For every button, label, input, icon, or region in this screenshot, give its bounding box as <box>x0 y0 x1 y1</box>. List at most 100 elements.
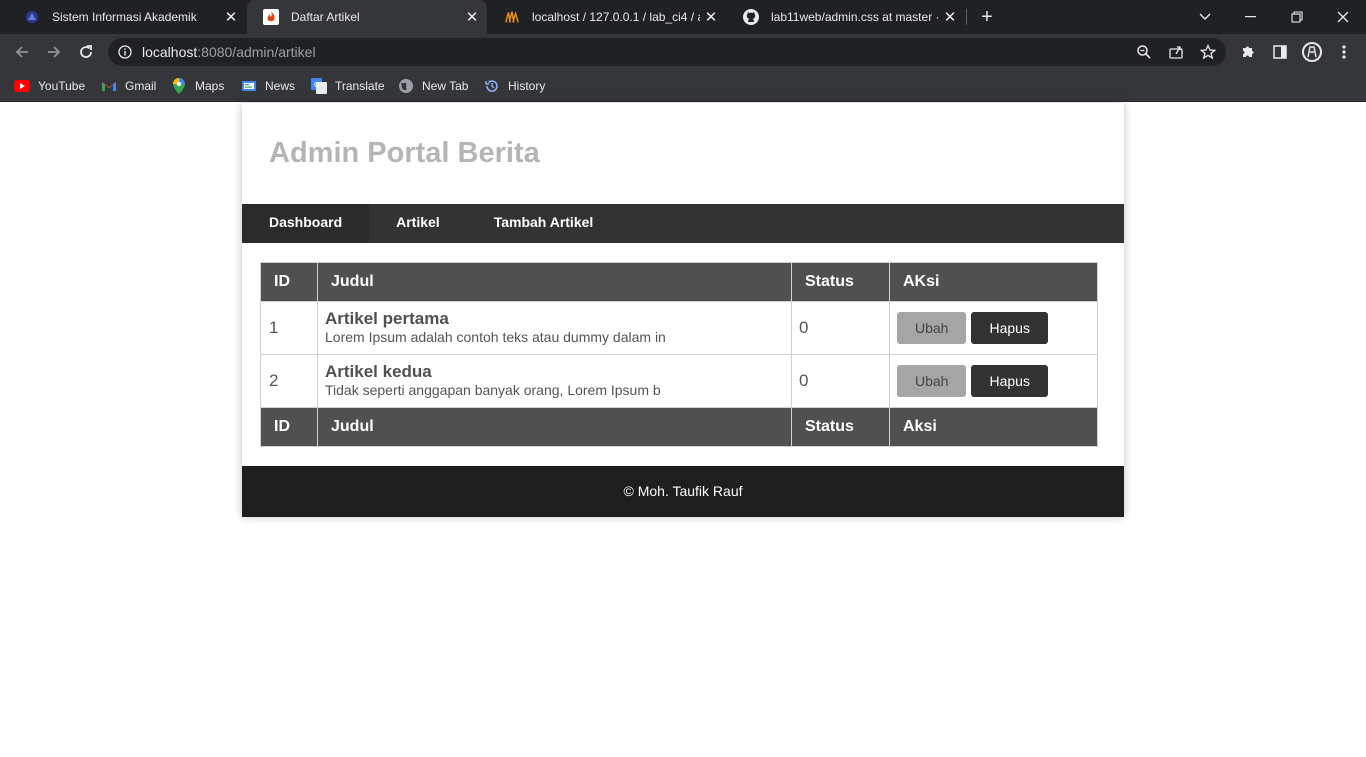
globe-icon <box>398 78 414 94</box>
articles-table: ID Judul Status AKsi 1 Artikel pertama L… <box>260 262 1098 447</box>
bookmark-new-tab[interactable]: New Tab <box>398 77 468 95</box>
browser-tab-active[interactable]: Daftar Artikel ✕ <box>247 0 487 34</box>
cell-aksi: Ubah Hapus <box>889 301 1098 355</box>
zoom-icon[interactable] <box>1134 42 1154 62</box>
col-header-id: ID <box>260 262 318 302</box>
cell-status: 0 <box>791 354 890 408</box>
cell-judul: Artikel pertama Lorem Ipsum adalah conto… <box>317 301 792 355</box>
tab-title: Daftar Artikel <box>291 10 360 24</box>
cell-aksi: Ubah Hapus <box>889 354 1098 408</box>
bookmark-news[interactable]: News <box>241 77 295 95</box>
minimize-icon[interactable] <box>1228 0 1274 34</box>
page-container: Admin Portal Berita Dashboard Artikel Ta… <box>242 103 1124 517</box>
browser-tab-strip: Sistem Informasi Akademik ✕ Daftar Artik… <box>0 0 1366 34</box>
cell-status: 0 <box>791 301 890 355</box>
bookmark-label: New Tab <box>422 79 469 93</box>
bookmark-label: Maps <box>195 79 225 93</box>
bookmark-star-icon[interactable] <box>1198 42 1218 62</box>
browser-tab[interactable]: Sistem Informasi Akademik ✕ <box>8 0 246 34</box>
browser-tab[interactable]: lab11web/admin.css at master · b ✕ <box>727 0 965 34</box>
url-host: localhost <box>142 44 198 60</box>
nav-tambah-artikel[interactable]: Tambah Artikel <box>467 204 621 243</box>
tab-search-icon[interactable] <box>1182 0 1228 34</box>
address-bar[interactable]: localhost:8080/admin/artikel <box>108 38 1226 66</box>
tab-separator <box>966 9 967 25</box>
col-header-judul: Judul <box>317 262 792 302</box>
svg-text:G: G <box>314 82 319 89</box>
close-tab-icon[interactable]: ✕ <box>220 8 242 26</box>
cell-id: 1 <box>260 301 318 355</box>
page-title: Admin Portal Berita <box>269 137 540 169</box>
university-logo-icon <box>24 9 40 25</box>
gmail-icon <box>101 78 117 94</box>
history-icon <box>484 78 500 94</box>
article-excerpt: Lorem Ipsum adalah contoh teks atau dumm… <box>325 329 666 345</box>
close-tab-icon[interactable]: ✕ <box>461 8 483 26</box>
profile-avatar-icon[interactable] <box>1300 40 1324 64</box>
browser-toolbar: localhost:8080/admin/artikel <box>0 34 1366 70</box>
close-window-icon[interactable] <box>1320 0 1366 34</box>
col-header-aksi: AKsi <box>889 262 1098 302</box>
tab-title: localhost / 127.0.0.1 / lab_ci4 / ar <box>532 10 700 24</box>
article-title: Artikel pertama <box>325 309 449 328</box>
github-icon <box>743 9 759 25</box>
delete-button[interactable]: Hapus <box>971 365 1048 397</box>
side-panel-icon[interactable] <box>1270 42 1290 62</box>
forward-icon[interactable] <box>40 38 68 66</box>
bookmark-label: News <box>265 79 296 93</box>
site-info-icon[interactable] <box>118 45 132 64</box>
delete-button[interactable]: Hapus <box>971 312 1048 344</box>
bookmark-label: YouTube <box>38 79 86 93</box>
bookmark-youtube[interactable]: YouTube <box>14 77 85 95</box>
new-tab-icon[interactable]: + <box>976 4 998 30</box>
bookmark-history[interactable]: History <box>484 77 545 95</box>
main-content: ID Judul Status AKsi 1 Artikel pertama L… <box>242 243 1124 466</box>
extensions-icon[interactable] <box>1238 42 1258 62</box>
col-footer-judul: Judul <box>317 407 792 447</box>
news-icon <box>241 78 257 94</box>
bookmarks-bar: YouTube Gmail Maps News G Translate New … <box>0 70 1366 102</box>
tab-title: lab11web/admin.css at master · b <box>771 10 939 24</box>
reload-icon[interactable] <box>72 38 100 66</box>
bookmark-label: History <box>508 79 546 93</box>
table-header-row: ID Judul Status AKsi <box>260 262 1098 302</box>
article-excerpt: Tidak seperti anggapan banyak orang, Lor… <box>325 382 661 398</box>
bookmark-maps[interactable]: Maps <box>171 77 224 95</box>
bookmark-gmail[interactable]: Gmail <box>101 77 156 95</box>
table-row: 2 Artikel kedua Tidak seperti anggapan b… <box>260 354 1098 408</box>
col-footer-id: ID <box>260 407 318 447</box>
bookmark-translate[interactable]: G Translate <box>311 77 385 95</box>
tab-title: Sistem Informasi Akademik <box>52 10 197 24</box>
table-footer-row: ID Judul Status Aksi <box>260 407 1098 447</box>
share-icon[interactable] <box>1166 42 1186 62</box>
bookmark-label: Gmail <box>125 79 157 93</box>
col-header-status: Status <box>791 262 890 302</box>
phpmyadmin-icon <box>504 9 520 25</box>
nav-dashboard[interactable]: Dashboard <box>242 204 370 243</box>
page-viewport: Admin Portal Berita Dashboard Artikel Ta… <box>0 103 1366 757</box>
codeigniter-flame-icon <box>263 9 279 25</box>
site-footer: © Moh. Taufik Rauf <box>242 466 1124 517</box>
table-row: 1 Artikel pertama Lorem Ipsum adalah con… <box>260 301 1098 355</box>
back-icon[interactable] <box>8 38 36 66</box>
nav-artikel[interactable]: Artikel <box>369 204 467 243</box>
article-title: Artikel kedua <box>325 362 432 381</box>
main-nav: Dashboard Artikel Tambah Artikel <box>242 204 1124 243</box>
edit-button[interactable]: Ubah <box>897 365 967 397</box>
close-tab-icon[interactable]: ✕ <box>700 8 722 26</box>
cell-id: 2 <box>260 354 318 408</box>
translate-icon: G <box>311 78 327 94</box>
browser-tab[interactable]: localhost / 127.0.0.1 / lab_ci4 / ar ✕ <box>488 0 726 34</box>
menu-kebab-icon[interactable] <box>1334 42 1354 62</box>
maps-icon <box>171 78 187 94</box>
restore-icon[interactable] <box>1274 0 1320 34</box>
site-header: Admin Portal Berita <box>242 103 1124 204</box>
close-tab-icon[interactable]: ✕ <box>939 8 961 26</box>
col-footer-status: Status <box>791 407 890 447</box>
youtube-icon <box>14 78 30 94</box>
url-path: :8080/admin/artikel <box>197 44 316 60</box>
edit-button[interactable]: Ubah <box>897 312 967 344</box>
url-text: localhost:8080/admin/artikel <box>142 44 316 60</box>
col-footer-aksi: Aksi <box>889 407 1098 447</box>
bookmark-label: Translate <box>335 79 385 93</box>
